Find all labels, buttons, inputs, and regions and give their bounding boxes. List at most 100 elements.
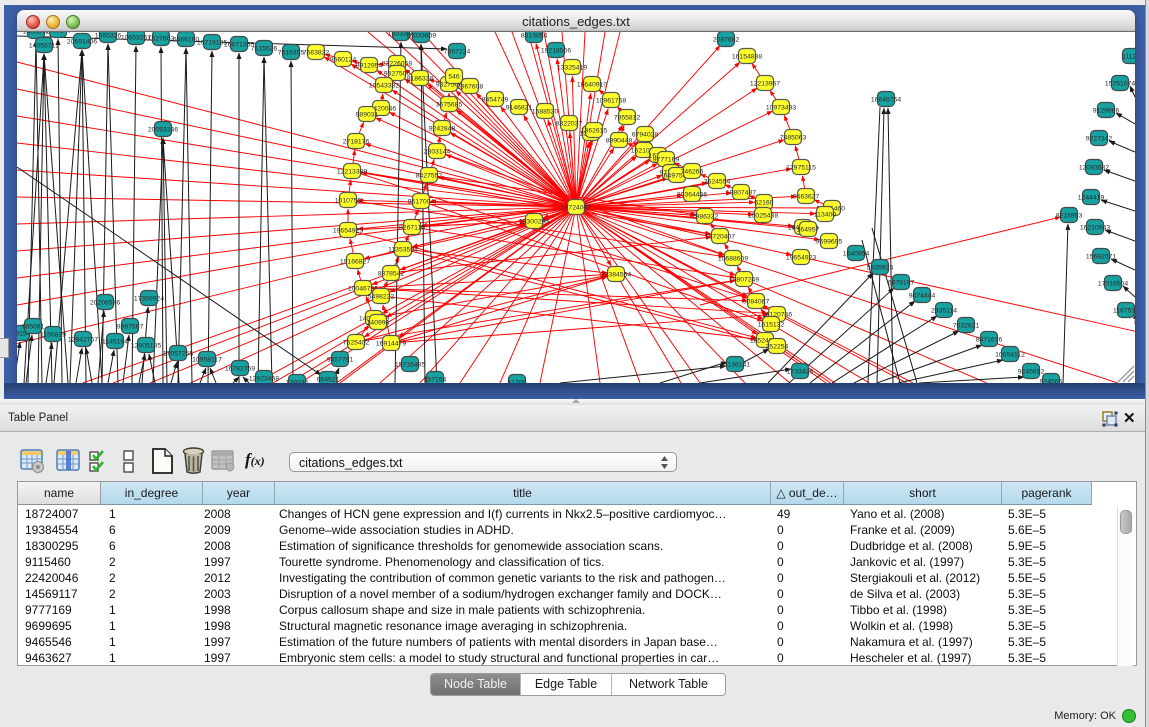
svg-text:19384554: 19384554 <box>601 272 631 279</box>
svg-text:9699695: 9699695 <box>816 239 843 246</box>
svg-text:9517004: 9517004 <box>408 199 435 206</box>
svg-text:1640954: 1640954 <box>843 251 870 258</box>
svg-text:10958117: 10958117 <box>192 357 222 364</box>
svg-text:8427552: 8427552 <box>416 173 443 180</box>
svg-text:17016504: 17016504 <box>1098 281 1128 288</box>
svg-text:252254: 252254 <box>766 344 789 351</box>
svg-text:7955812: 7955812 <box>614 115 641 122</box>
svg-text:1145194: 1145194 <box>102 339 128 346</box>
svg-text:7616355: 7616355 <box>278 50 305 57</box>
svg-text:6794028: 6794028 <box>632 132 659 139</box>
svg-text:7515526: 7515526 <box>251 46 278 53</box>
svg-text:16648764: 16648764 <box>871 97 901 104</box>
svg-text:17359924: 17359924 <box>134 296 164 303</box>
svg-text:546: 546 <box>448 74 460 81</box>
svg-text:16033809: 16033809 <box>406 33 436 40</box>
svg-text:13325419: 13325419 <box>557 65 587 72</box>
svg-text:1010755: 1010755 <box>335 198 362 205</box>
svg-text:10719185: 10719185 <box>197 40 227 47</box>
svg-text:3624554: 3624554 <box>704 179 731 186</box>
svg-text:12213389: 12213389 <box>337 169 367 176</box>
svg-text:2935114: 2935114 <box>931 308 957 315</box>
svg-text:10543382: 10543382 <box>369 83 399 90</box>
svg-text:2367608: 2367608 <box>457 84 484 91</box>
svg-text:9242848: 9242848 <box>429 126 456 133</box>
svg-text:2087682: 2087682 <box>713 37 740 44</box>
svg-text:9463627: 9463627 <box>793 194 820 201</box>
svg-text:9474444: 9474444 <box>909 293 936 300</box>
svg-text:10654112: 10654112 <box>995 352 1025 359</box>
svg-text:1588520: 1588520 <box>532 109 559 116</box>
svg-text:16671355: 16671355 <box>224 42 254 49</box>
svg-text:19166827: 19166827 <box>340 259 370 266</box>
svg-text:8186328: 8186328 <box>407 76 434 83</box>
svg-text:8215953: 8215953 <box>1056 213 1083 220</box>
svg-text:8878542: 8878542 <box>378 271 405 278</box>
svg-text:2803144: 2803144 <box>424 149 451 156</box>
svg-text:8660124: 8660124 <box>330 57 357 64</box>
svg-text:16210643: 16210643 <box>1080 225 1110 232</box>
svg-text:20206576: 20206576 <box>90 300 120 307</box>
svg-text:7357224: 7357224 <box>444 49 471 56</box>
svg-text:6479197: 6479197 <box>888 280 915 287</box>
svg-text:12975115: 12975115 <box>786 165 816 172</box>
svg-text:6466160: 6466160 <box>173 37 200 44</box>
svg-text:18807249: 18807249 <box>729 277 759 284</box>
svg-text:12213967: 12213967 <box>750 81 780 88</box>
svg-text:8267110: 8267110 <box>399 225 425 232</box>
svg-text:8990448: 8990448 <box>606 138 633 145</box>
svg-text:1244419: 1244419 <box>1078 195 1105 202</box>
svg-text:12093582: 12093582 <box>1079 165 1109 172</box>
svg-text:8454749: 8454749 <box>482 97 509 104</box>
svg-text:9777169: 9777169 <box>653 157 680 164</box>
svg-text:7986322: 7986322 <box>692 214 719 221</box>
svg-text:15136141: 15136141 <box>720 362 750 369</box>
svg-text:18300295: 18300295 <box>519 219 549 226</box>
svg-text:9129966: 9129966 <box>1093 108 1120 115</box>
svg-text:9245652: 9245652 <box>1018 369 1045 376</box>
svg-text:10653267: 10653267 <box>121 35 151 42</box>
svg-text:16914479: 16914479 <box>376 341 406 348</box>
svg-text:12905185: 12905185 <box>131 343 161 350</box>
svg-text:16782759: 16782759 <box>225 366 255 373</box>
svg-text:989031: 989031 <box>356 112 379 119</box>
svg-text:20053346: 20053346 <box>148 127 178 134</box>
svg-text:9084067: 9084067 <box>743 299 770 306</box>
svg-text:12923468: 12923468 <box>249 376 279 383</box>
svg-text:19654923: 19654923 <box>333 228 363 235</box>
svg-text:19654923: 19654923 <box>786 255 816 262</box>
svg-text:746266: 746266 <box>681 169 704 176</box>
svg-text:62160: 62160 <box>755 200 774 207</box>
svg-text:2718176: 2718176 <box>343 139 370 146</box>
svg-text:8912954: 8912954 <box>356 63 383 70</box>
svg-text:15716485: 15716485 <box>395 362 425 369</box>
svg-text:785081: 785081 <box>22 324 45 331</box>
svg-text:19218506: 19218506 <box>541 48 571 55</box>
svg-text:20364436: 20364436 <box>677 192 707 199</box>
svg-text:7485063: 7485063 <box>780 135 807 142</box>
svg-text:140994: 140994 <box>367 320 390 327</box>
svg-text:3675685: 3675685 <box>436 102 463 109</box>
svg-text:16154838: 16154838 <box>732 54 762 61</box>
svg-text:10961758: 10961758 <box>596 98 626 105</box>
svg-text:1362615: 1362615 <box>581 128 608 135</box>
svg-text:11353594: 11353594 <box>388 247 418 254</box>
svg-text:8471676: 8471676 <box>976 337 1003 344</box>
svg-text:1527602: 1527602 <box>148 36 175 43</box>
svg-text:5498222: 5498222 <box>368 294 395 301</box>
svg-text:7632621: 7632621 <box>953 323 980 330</box>
svg-text:11123: 11123 <box>1122 54 1135 61</box>
svg-text:2069140: 2069140 <box>45 32 72 35</box>
svg-text:5935923: 5935923 <box>867 265 894 272</box>
svg-text:15751074: 15751074 <box>1105 81 1135 88</box>
svg-text:7625402: 7625402 <box>343 340 370 347</box>
svg-text:1065326: 1065326 <box>95 33 122 40</box>
svg-text:10973493: 10973493 <box>766 105 796 112</box>
svg-text:9146821: 9146821 <box>506 105 533 112</box>
svg-text:12942757: 12942757 <box>68 337 98 344</box>
svg-text:9397567: 9397567 <box>117 324 144 331</box>
svg-text:1156829: 1156829 <box>40 332 66 339</box>
svg-text:17957255: 17957255 <box>163 351 193 358</box>
svg-text:1733426: 1733426 <box>787 369 814 376</box>
svg-text:20691406: 20691406 <box>67 39 97 46</box>
